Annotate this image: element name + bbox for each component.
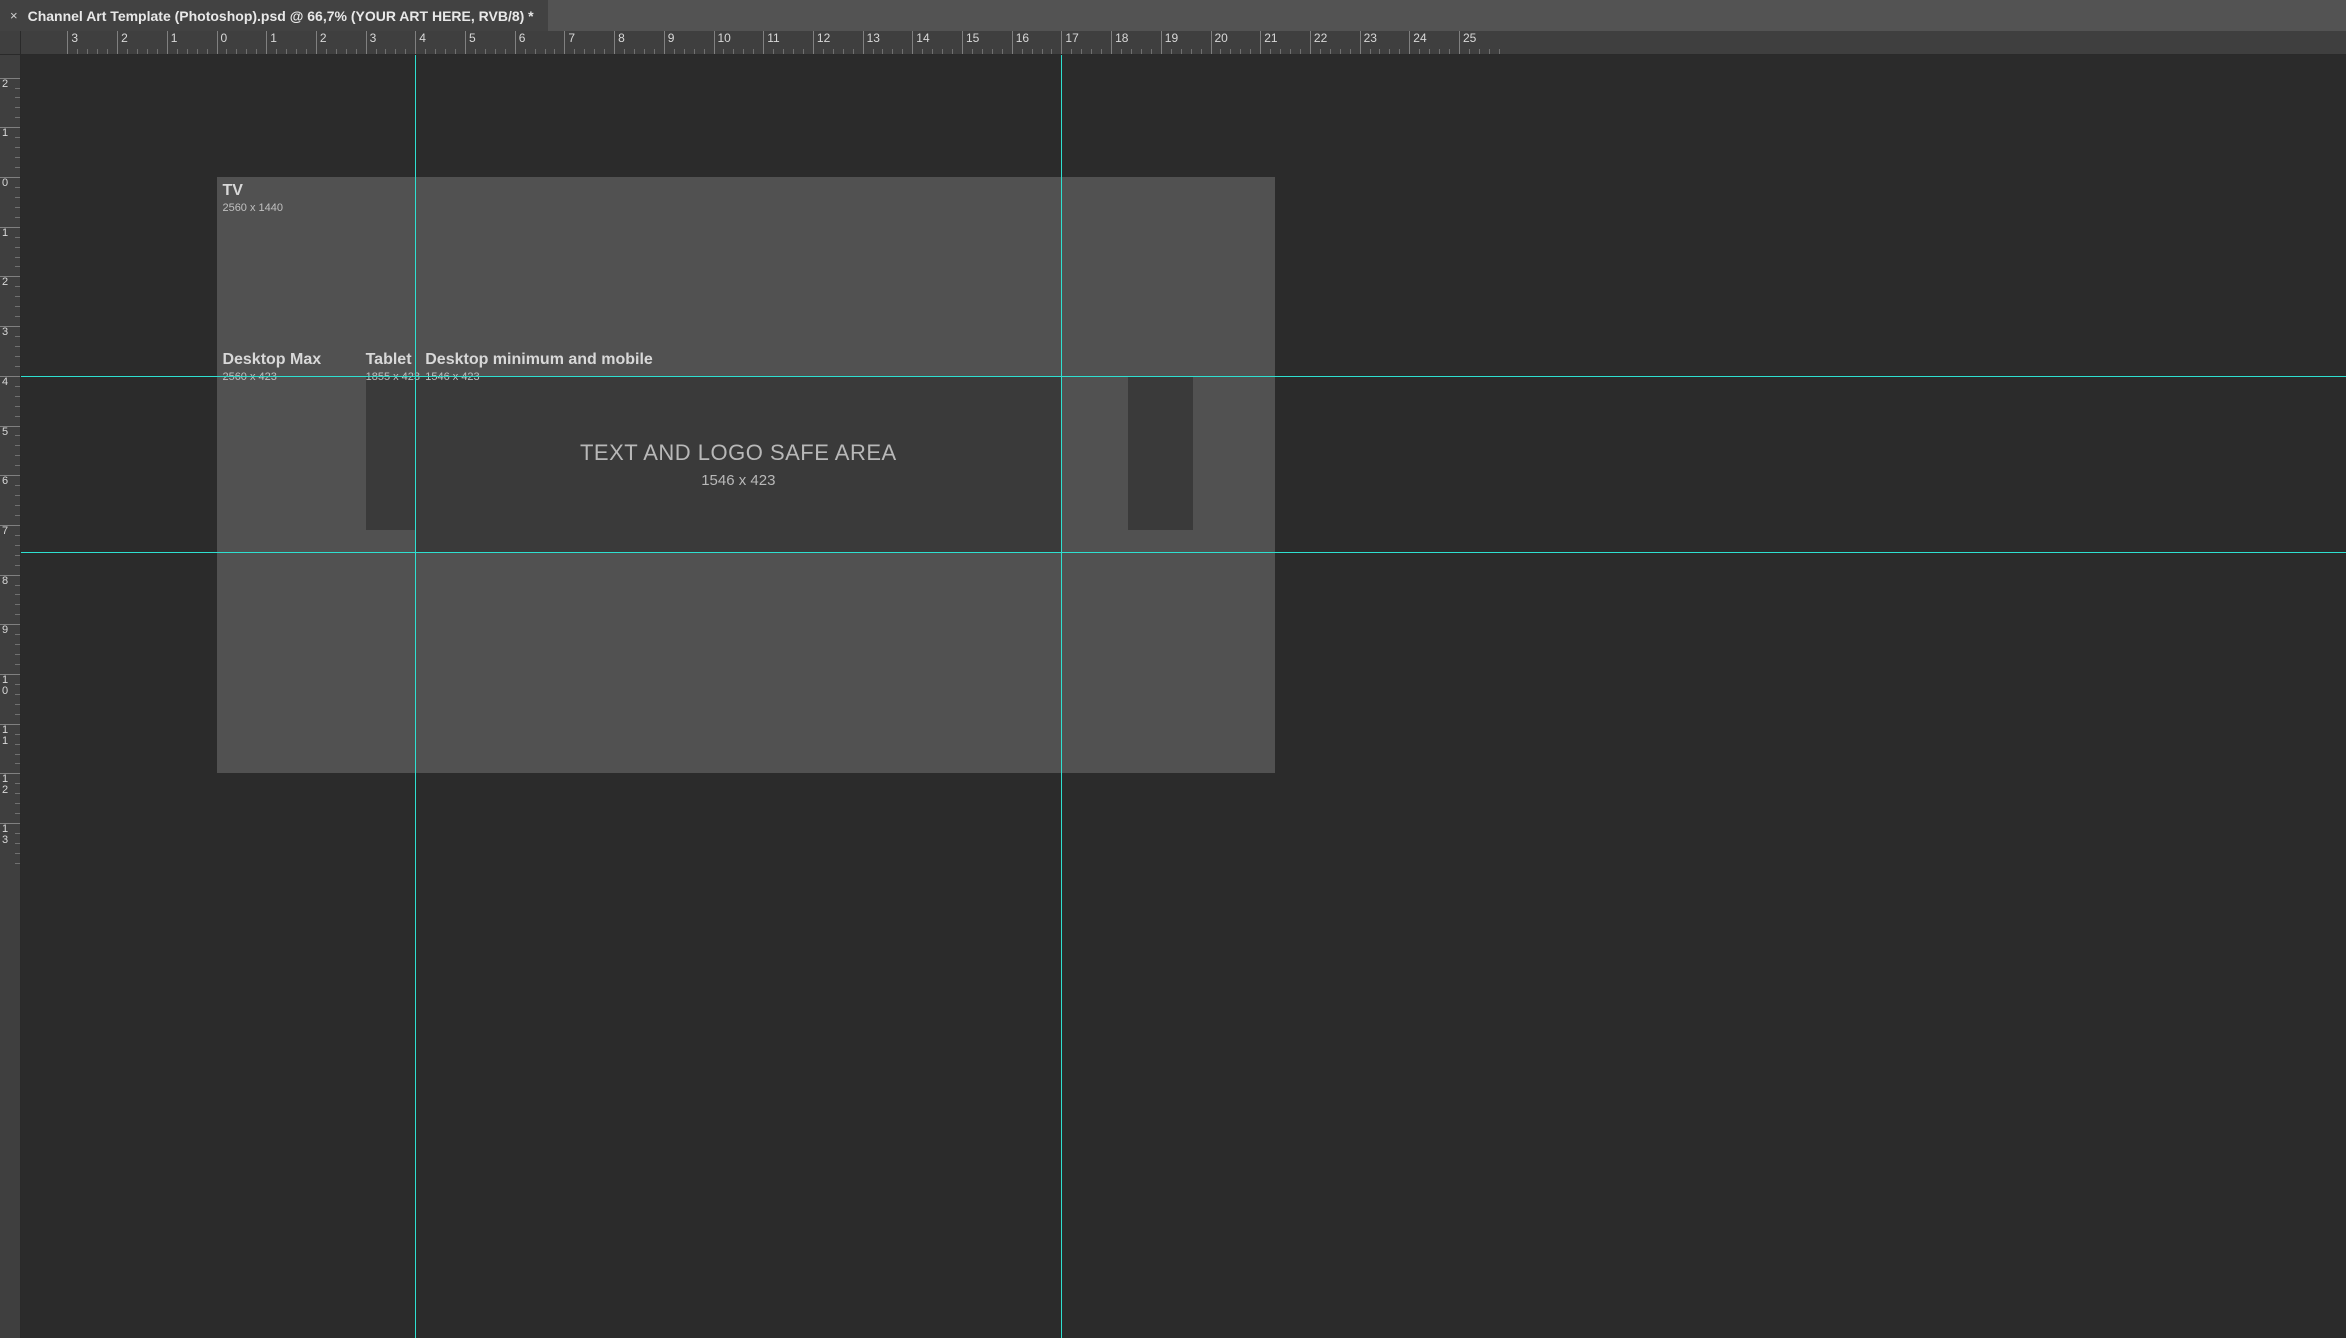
ruler-corner[interactable] bbox=[0, 31, 21, 55]
ruler-vertical[interactable]: 21012345678910111213 bbox=[0, 55, 21, 1338]
canvas-viewport[interactable]: TEXT AND LOGO SAFE AREA 1546 x 423 TV 25… bbox=[21, 55, 2346, 1338]
ruler-tick: 11 bbox=[763, 31, 779, 55]
template-strip bbox=[1128, 376, 1193, 530]
ruler-tick: 14 bbox=[912, 31, 929, 55]
ruler-tick: 16 bbox=[1012, 31, 1029, 55]
ruler-tick: 17 bbox=[1061, 31, 1078, 55]
label-title: Desktop Max bbox=[222, 351, 321, 369]
document-tabs: × Channel Art Template (Photoshop).psd @… bbox=[0, 0, 2346, 31]
label-title: TV bbox=[222, 182, 283, 200]
ruler-tick: 20 bbox=[1211, 31, 1228, 55]
ruler-tick: 15 bbox=[962, 31, 979, 55]
ruler-tick: 22 bbox=[1310, 31, 1327, 55]
document-tab[interactable]: × Channel Art Template (Photoshop).psd @… bbox=[0, 0, 548, 31]
label-title: Desktop minimum and mobile bbox=[425, 351, 653, 369]
editor-main: 21012345678910111213 TEXT AND LOGO SAFE … bbox=[0, 55, 2346, 1338]
template-label-tv: TV 2560 x 1440 bbox=[222, 182, 283, 214]
ruler-tick: 10 bbox=[714, 31, 731, 55]
safe-area-dim: 1546 x 423 bbox=[701, 472, 775, 489]
template-label-desktop-min: Desktop minimum and mobile 1546 x 423 bbox=[425, 351, 653, 383]
ruler-tick: 24 bbox=[1409, 31, 1426, 55]
ruler-tick: 12 bbox=[813, 31, 830, 55]
template-safe-area: TEXT AND LOGO SAFE AREA 1546 x 423 bbox=[415, 376, 1061, 552]
label-dim: 1546 x 423 bbox=[425, 371, 653, 383]
template-label-desktop-max: Desktop Max 2560 x 423 bbox=[222, 351, 321, 383]
ruler-horizontal[interactable]: 3210123456789101112131415161718192021222… bbox=[21, 31, 2346, 55]
label-dim: 2560 x 1440 bbox=[222, 202, 283, 214]
ruler-tick: 13 bbox=[863, 31, 880, 55]
close-icon[interactable]: × bbox=[10, 8, 18, 23]
template-label-tablet: Tablet 1855 x 423 bbox=[366, 351, 420, 383]
ruler-tick: 23 bbox=[1360, 31, 1377, 55]
template-strip bbox=[366, 376, 416, 530]
ruler-tick: 18 bbox=[1111, 31, 1128, 55]
ruler-tick: 19 bbox=[1161, 31, 1178, 55]
document-title: Channel Art Template (Photoshop).psd @ 6… bbox=[28, 8, 534, 24]
ruler-row: 3210123456789101112131415161718192021222… bbox=[0, 31, 2346, 55]
label-dim: 1855 x 423 bbox=[366, 371, 420, 383]
safe-area-title: TEXT AND LOGO SAFE AREA bbox=[580, 440, 897, 466]
label-title: Tablet bbox=[366, 351, 420, 369]
ruler-tick: 21 bbox=[1260, 31, 1277, 55]
ruler-tick: 25 bbox=[1459, 31, 1476, 55]
label-dim: 2560 x 423 bbox=[222, 371, 321, 383]
